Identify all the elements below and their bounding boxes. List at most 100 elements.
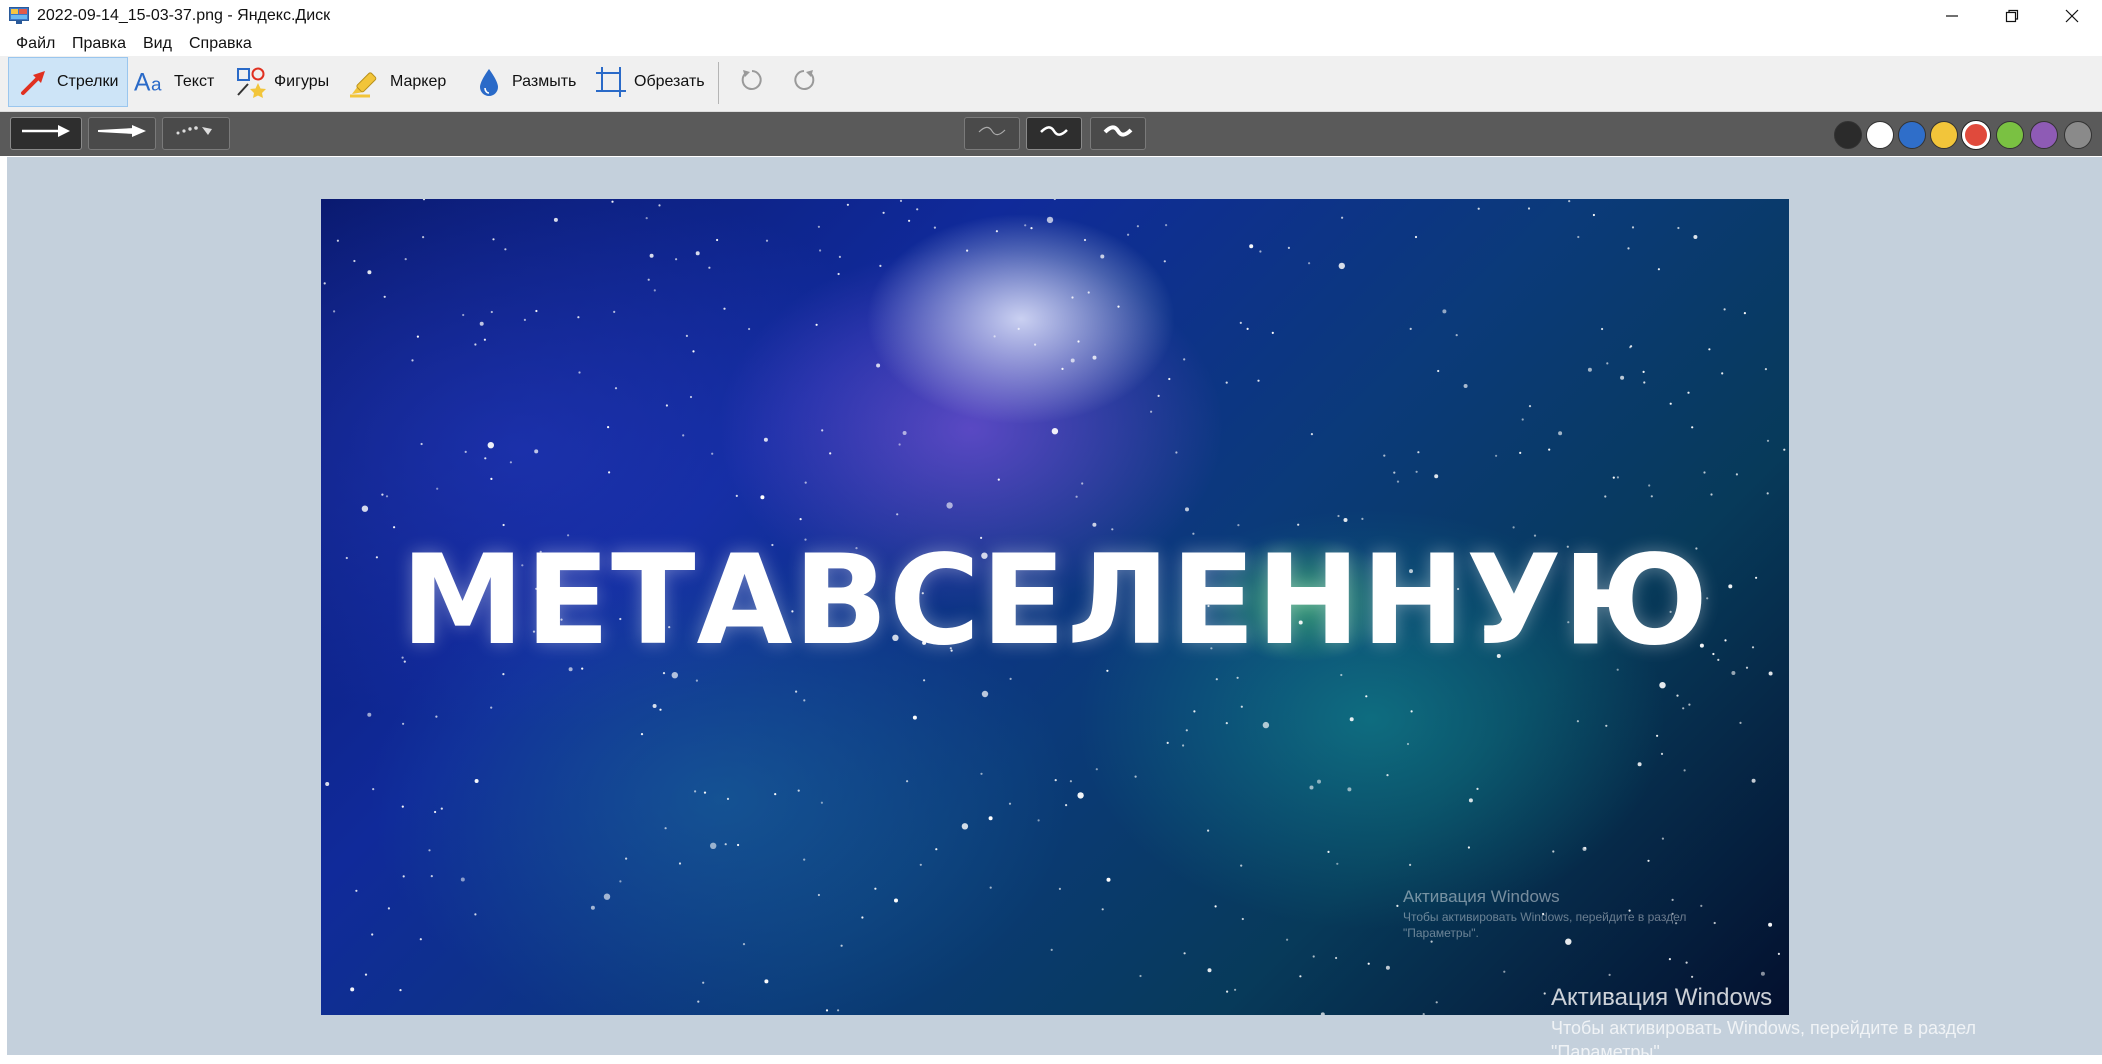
star — [988, 816, 993, 821]
color-swatch-white[interactable] — [1866, 121, 1894, 149]
restore-button[interactable] — [1982, 0, 2042, 32]
star — [1476, 787, 1479, 791]
star — [1337, 514, 1340, 518]
star — [1139, 974, 1142, 978]
close-button[interactable] — [2042, 0, 2102, 32]
star — [1134, 775, 1137, 778]
star — [484, 457, 487, 460]
star — [422, 236, 425, 239]
star — [534, 449, 539, 454]
star — [912, 715, 917, 720]
star — [640, 733, 644, 736]
tool-text-button[interactable]: Aa Текст — [134, 57, 224, 107]
minimize-button[interactable] — [1922, 0, 1982, 32]
tool-arrows-button[interactable]: Стрелки — [8, 57, 128, 107]
star — [1687, 391, 1690, 394]
star — [1308, 262, 1311, 265]
star — [1034, 343, 1037, 346]
star — [509, 461, 512, 464]
color-swatch-yellow[interactable] — [1930, 121, 1958, 149]
star — [685, 334, 688, 337]
edited-image[interactable]: МЕТАВСЕЛЕННУЮ Активация Windows Чтобы ак… — [321, 199, 1789, 1015]
menu-edit[interactable]: Правка — [72, 35, 126, 53]
star — [821, 429, 824, 432]
star — [737, 843, 740, 847]
arrow-style-tapered-button[interactable] — [88, 117, 156, 150]
star — [723, 307, 726, 310]
menu-help[interactable]: Справка — [189, 35, 252, 53]
star — [1693, 235, 1698, 239]
star — [1558, 431, 1563, 436]
star — [1262, 721, 1270, 729]
star — [435, 715, 438, 718]
star — [1127, 233, 1130, 236]
star — [1095, 768, 1098, 771]
star — [837, 272, 840, 276]
title-bar: 2022-09-14_15-03-37.png - Яндекс.Диск — [0, 0, 2102, 32]
star — [1349, 717, 1354, 722]
star — [1437, 369, 1440, 373]
star — [882, 211, 885, 214]
star — [902, 431, 907, 435]
star — [1168, 377, 1171, 381]
star — [1650, 495, 1653, 498]
menu-bar: Файл Правка Вид Справка — [0, 32, 2102, 56]
star — [1050, 948, 1053, 952]
star — [487, 442, 494, 449]
star — [1685, 961, 1688, 964]
toolbar: Стрелки Aa Текст Фигуры Маркер Размыть О… — [0, 56, 2102, 112]
redo-button[interactable] — [786, 57, 822, 107]
star — [483, 338, 486, 341]
star — [1183, 358, 1186, 361]
tool-marker-button[interactable]: Маркер — [350, 57, 456, 107]
star — [1207, 829, 1210, 832]
star — [1668, 958, 1671, 961]
star — [1214, 905, 1217, 908]
star — [1764, 368, 1767, 371]
color-swatch-gray[interactable] — [2064, 121, 2092, 149]
star — [1225, 381, 1228, 384]
svg-text:a: a — [151, 75, 162, 96]
color-swatch-green[interactable] — [1996, 121, 2024, 149]
menu-file[interactable]: Файл — [16, 35, 55, 53]
tool-crop-button[interactable]: Обрезать — [594, 57, 712, 107]
star — [711, 452, 714, 455]
star — [411, 359, 414, 362]
star — [702, 981, 705, 984]
star — [1422, 1013, 1425, 1015]
arrow-style-dotted-button[interactable] — [162, 117, 230, 150]
star — [1343, 518, 1348, 522]
arrow-style-straight-button[interactable] — [10, 117, 82, 150]
star — [1708, 348, 1711, 351]
color-swatch-blue[interactable] — [1898, 121, 1926, 149]
star — [825, 1009, 829, 1012]
star — [422, 199, 426, 201]
color-swatch-black[interactable] — [1834, 121, 1862, 149]
star — [611, 200, 614, 203]
star — [645, 217, 648, 220]
star — [1165, 224, 1168, 227]
star — [1340, 673, 1343, 677]
line-width-thin-button[interactable] — [964, 117, 1020, 150]
star — [430, 875, 433, 878]
star — [703, 791, 707, 794]
tool-crop-label: Обрезать — [634, 73, 705, 90]
star — [1700, 904, 1703, 908]
star — [1338, 262, 1345, 270]
line-width-medium-button[interactable] — [1026, 117, 1082, 150]
color-swatch-red[interactable] — [1962, 121, 1990, 149]
star — [1383, 454, 1386, 457]
line-width-thick-button[interactable] — [1090, 117, 1146, 150]
menu-view[interactable]: Вид — [143, 35, 172, 53]
undo-button[interactable] — [734, 57, 770, 107]
tool-shapes-button[interactable]: Фигуры — [234, 57, 342, 107]
star — [381, 493, 384, 496]
minimize-icon — [1945, 9, 1959, 23]
star — [323, 282, 326, 285]
star — [1234, 988, 1237, 991]
color-swatch-purple[interactable] — [2030, 121, 2058, 149]
star — [350, 987, 355, 992]
tool-blur-button[interactable]: Размыть — [472, 57, 582, 107]
tool-options-bar — [0, 112, 2102, 156]
star — [817, 225, 820, 228]
